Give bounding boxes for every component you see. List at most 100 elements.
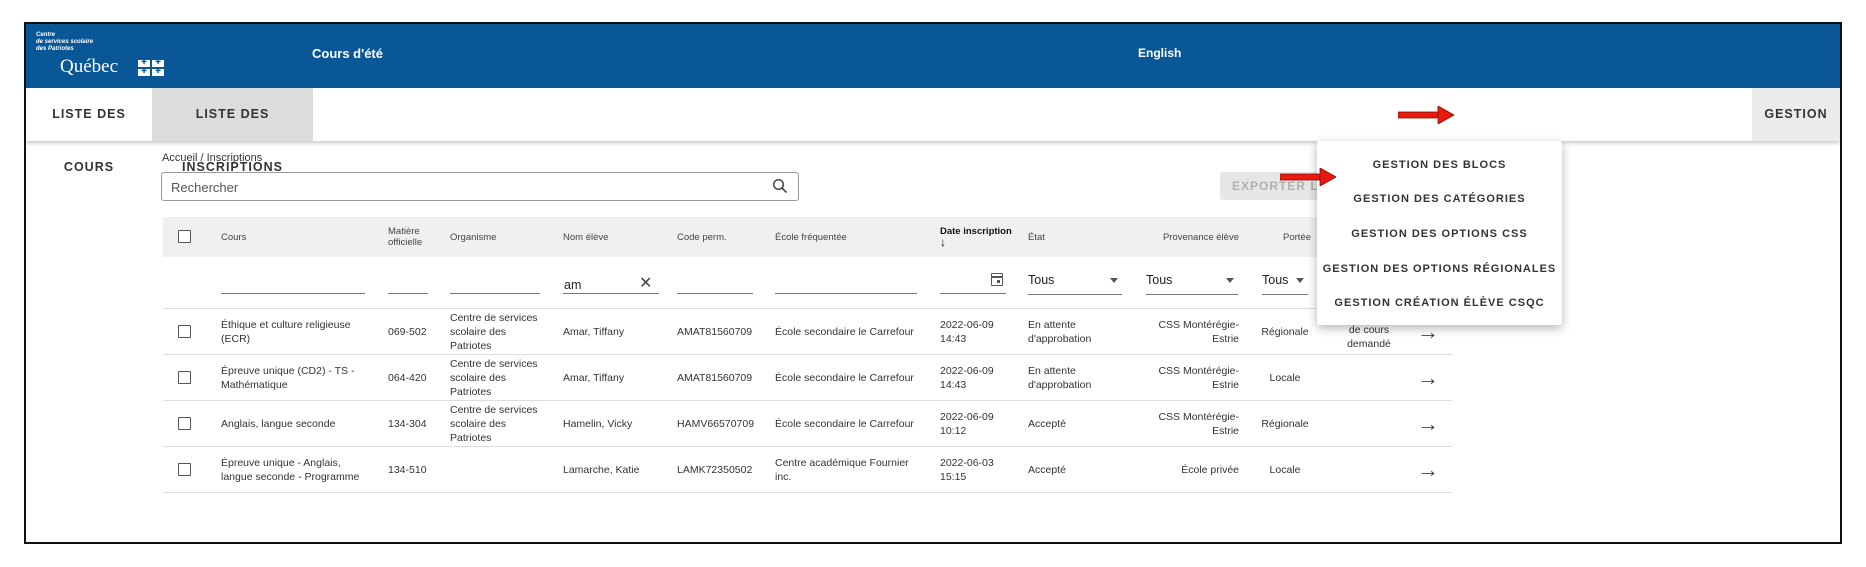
select-all-checkbox[interactable] bbox=[178, 230, 191, 243]
app-window: Centre de services scolaire des Patriote… bbox=[24, 22, 1842, 544]
filter-date-input[interactable] bbox=[940, 293, 1006, 294]
cell-matiere: 134-510 bbox=[388, 464, 427, 476]
filter-nom-eleve-input[interactable] bbox=[563, 293, 659, 294]
menu-item-gestion-des-options-regionales[interactable]: GESTION DES OPTIONS RÉGIONALES bbox=[1317, 263, 1562, 275]
column-header-nom-eleve[interactable]: Nom élève bbox=[563, 217, 663, 257]
filter-ecole-input[interactable] bbox=[775, 293, 917, 294]
cell-cours: Anglais, langue seconde bbox=[221, 418, 336, 430]
table-row[interactable]: Anglais, langue seconde 134-304 Centre d… bbox=[163, 401, 1452, 447]
menu-item-gestion-creation-eleve-csqc[interactable]: GESTION CRÉATION ÉLÈVE CSQC bbox=[1317, 297, 1562, 309]
gestion-menu-button[interactable]: GESTION bbox=[1752, 88, 1840, 141]
language-link[interactable]: English bbox=[1138, 46, 1181, 60]
column-header-date-inscription[interactable]: Date inscription ↓ bbox=[940, 217, 1020, 257]
cell-ecole: École secondaire le Carrefour bbox=[775, 326, 914, 338]
cell-nom-eleve: Amar, Tiffany bbox=[563, 372, 625, 384]
cell-ecole: Centre académique Fournier inc. bbox=[775, 457, 909, 483]
column-header-etat[interactable]: État bbox=[1028, 217, 1108, 257]
filter-portee-select[interactable]: Tous bbox=[1262, 273, 1308, 295]
tab-liste-des-cours[interactable]: LISTE DES COURS bbox=[26, 88, 152, 174]
cell-date: 2022-06-09 14:43 bbox=[940, 319, 994, 345]
cell-etat: Accepté bbox=[1028, 464, 1066, 476]
cell-nom-eleve: Lamarche, Katie bbox=[563, 464, 640, 476]
calendar-icon[interactable] bbox=[991, 273, 1003, 286]
table-row[interactable]: Épreuve unique - Anglais, langue seconde… bbox=[163, 447, 1452, 493]
search-icon[interactable] bbox=[772, 178, 788, 194]
cell-organisme: Centre de services scolaire des Patriote… bbox=[450, 312, 538, 352]
app-title: Cours d'été bbox=[312, 46, 383, 61]
cell-organisme bbox=[450, 447, 550, 493]
cell-nom-eleve: Amar, Tiffany bbox=[563, 326, 625, 338]
cell-cours: Épreuve unique (CD2) - TS - Mathématique bbox=[221, 365, 355, 391]
logo-org-line-3: des Patriotes bbox=[36, 46, 74, 52]
cell-matiere: 064-420 bbox=[388, 372, 427, 384]
clear-filter-icon[interactable]: ✕ bbox=[639, 273, 652, 293]
cell-nom-eleve: Hamelin, Vicky bbox=[563, 418, 633, 430]
cell-matiere: 069-502 bbox=[388, 326, 427, 338]
menu-item-gestion-des-categories[interactable]: GESTION DES CATÉGORIES bbox=[1317, 193, 1562, 205]
column-header-matiere[interactable]: Matière officielle bbox=[388, 217, 436, 257]
cell-code-perm: LAMK72350502 bbox=[677, 464, 753, 476]
date-inscription-label: Date inscription bbox=[940, 226, 1012, 237]
menu-item-gestion-des-options-css[interactable]: GESTION DES OPTIONS CSS bbox=[1317, 228, 1562, 240]
row-checkbox[interactable] bbox=[178, 325, 191, 338]
row-checkbox[interactable] bbox=[178, 417, 191, 430]
red-annotation-arrow-icon bbox=[1398, 106, 1454, 124]
search-input[interactable]: Rechercher bbox=[161, 172, 799, 201]
logo-org-line-2: de services scolaire bbox=[36, 39, 94, 45]
filter-cours-input[interactable] bbox=[221, 293, 365, 294]
cell-ecole: École secondaire le Carrefour bbox=[775, 418, 914, 430]
table-row[interactable]: Épreuve unique (CD2) - TS - Mathématique… bbox=[163, 355, 1452, 401]
cell-portee: Régionale bbox=[1261, 418, 1309, 430]
table-header: Cours Matière officielle Organisme Nom é… bbox=[163, 217, 1452, 257]
cell-ecole: École secondaire le Carrefour bbox=[775, 372, 914, 384]
cell-date: 2022-06-09 14:43 bbox=[940, 365, 994, 391]
table-row[interactable]: Éthique et culture religieuse (ECR) 069-… bbox=[163, 309, 1452, 355]
cell-portee: Locale bbox=[1269, 372, 1301, 384]
filter-etat-select[interactable]: Tous bbox=[1028, 273, 1122, 295]
main-navigation: LISTE DES COURS LISTE DES INSCRIPTIONS G… bbox=[26, 88, 1840, 174]
quebec-flag-icon bbox=[138, 58, 164, 76]
filter-nom-eleve-value[interactable]: am bbox=[564, 278, 581, 292]
logo-quebec-text: Québec bbox=[60, 56, 119, 77]
search-placeholder: Rechercher bbox=[171, 180, 239, 195]
cell-etat: Accepté bbox=[1028, 418, 1066, 430]
menu-item-gestion-des-blocs[interactable]: GESTION DES BLOCS bbox=[1317, 159, 1562, 171]
cell-etat: En attente d'approbation bbox=[1028, 319, 1092, 345]
breadcrumb: Accueil / Inscriptions bbox=[162, 152, 263, 164]
filter-portee-value: Tous bbox=[1262, 273, 1289, 287]
filter-matiere-input[interactable] bbox=[388, 293, 428, 294]
chevron-down-icon bbox=[1226, 278, 1234, 283]
chevron-down-icon bbox=[1110, 278, 1118, 283]
column-header-organisme[interactable]: Organisme bbox=[450, 217, 540, 257]
column-header-code-perm[interactable]: Code perm. bbox=[677, 217, 767, 257]
filter-organisme-input[interactable] bbox=[450, 293, 540, 294]
row-checkbox[interactable] bbox=[178, 463, 191, 476]
filter-etat-value: Tous bbox=[1028, 273, 1055, 287]
cell-cours: Épreuve unique - Anglais, langue seconde… bbox=[221, 457, 360, 483]
column-header-provenance[interactable]: Provenance élève bbox=[1143, 217, 1239, 257]
cell-provenance: École privée bbox=[1181, 464, 1239, 476]
column-header-ecole[interactable]: École fréquentée bbox=[775, 217, 915, 257]
tab-liste-des-inscriptions[interactable]: LISTE DES INSCRIPTIONS bbox=[152, 88, 313, 174]
css-patriotes-logo[interactable]: Centre de services scolaire des Patriote… bbox=[36, 32, 166, 80]
arrow-right-icon[interactable]: → bbox=[1417, 413, 1439, 435]
column-header-portee[interactable]: Portée bbox=[1253, 217, 1311, 257]
cell-cours: Éthique et culture religieuse (ECR) bbox=[221, 319, 351, 345]
chevron-down-icon bbox=[1296, 278, 1304, 283]
filter-provenance-value: Tous bbox=[1146, 273, 1173, 287]
row-checkbox[interactable] bbox=[178, 371, 191, 384]
filter-provenance-select[interactable]: Tous bbox=[1146, 273, 1238, 295]
cell-organisme: Centre de services scolaire des Patriote… bbox=[450, 358, 538, 398]
sort-descending-icon: ↓ bbox=[940, 235, 946, 249]
cell-etat: En attente d'approbation bbox=[1028, 365, 1092, 391]
cell-portee: Locale bbox=[1269, 464, 1301, 476]
cell-date: 2022-06-03 15:15 bbox=[940, 457, 994, 483]
red-annotation-arrow-icon bbox=[1280, 168, 1336, 186]
arrow-right-icon[interactable]: → bbox=[1417, 367, 1439, 389]
cell-date: 2022-06-09 10:12 bbox=[940, 411, 994, 437]
filter-code-perm-input[interactable] bbox=[677, 293, 753, 294]
cell-provenance: CSS Montérégie-Estrie bbox=[1158, 319, 1239, 345]
arrow-right-icon[interactable]: → bbox=[1417, 459, 1439, 481]
filter-row: am ✕ Tous Tous Tous bbox=[163, 257, 1452, 309]
column-header-cours[interactable]: Cours bbox=[221, 217, 371, 257]
